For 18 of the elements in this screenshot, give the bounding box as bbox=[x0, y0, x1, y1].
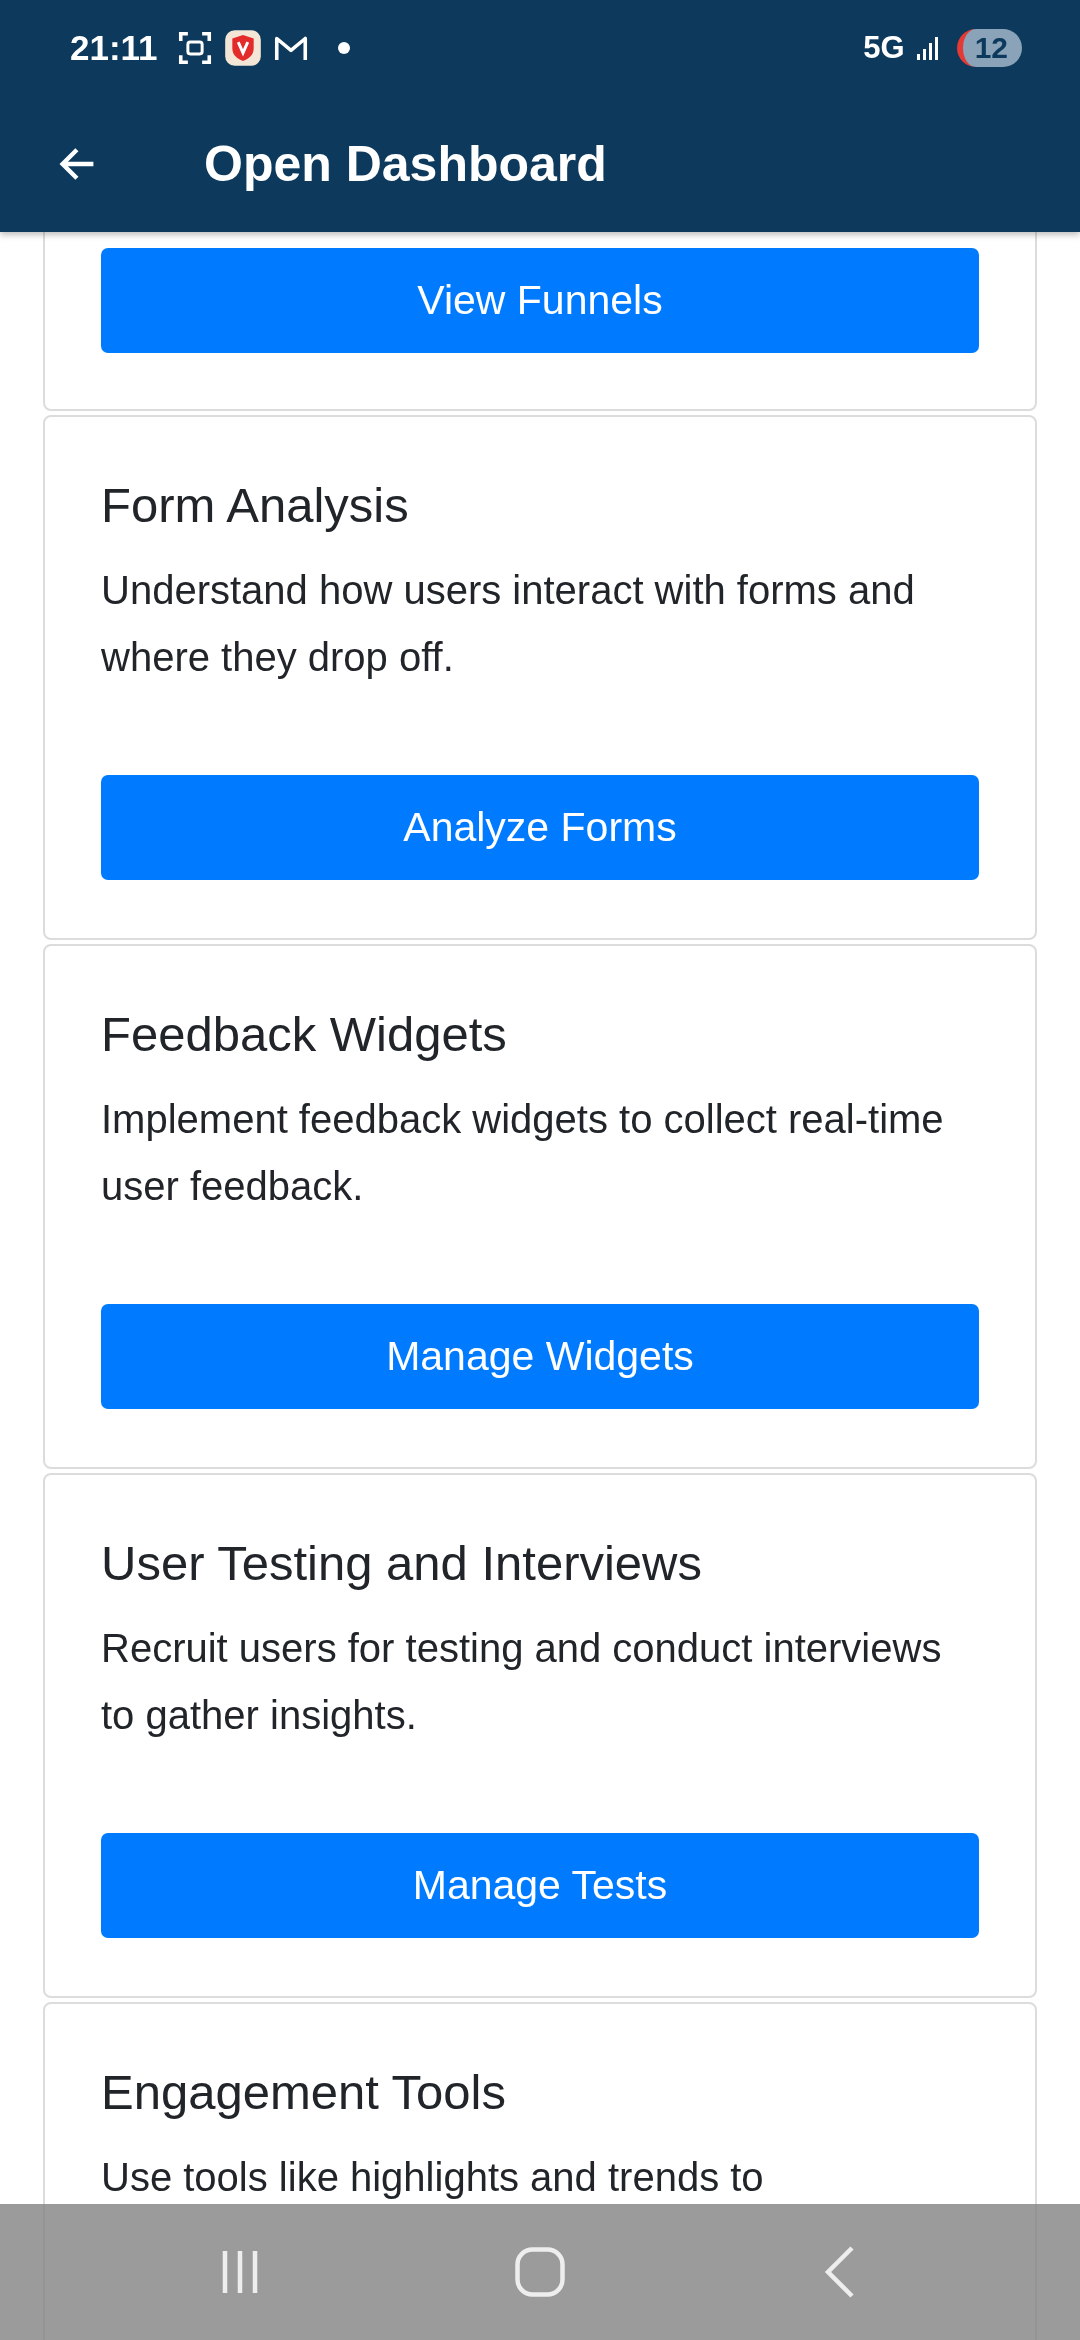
card-title: User Testing and Interviews bbox=[101, 1535, 703, 1591]
network-label: 5G bbox=[863, 29, 905, 66]
card-description: Implement feedback widgets to collect real-time user feedback. bbox=[101, 1096, 945, 1210]
shield-app-icon bbox=[223, 28, 262, 67]
card-action-button[interactable]: View Funnels bbox=[101, 248, 979, 353]
status-time: 21:11 bbox=[70, 27, 158, 68]
card-title: Form Analysis bbox=[101, 477, 410, 533]
card-action-button[interactable]: Analyze Forms bbox=[101, 775, 979, 880]
battery-indicator: 12 bbox=[956, 28, 1022, 67]
card-description: Understand how users interact with forms and where they drop off. bbox=[101, 567, 916, 681]
page-title: Open Dashboard bbox=[204, 134, 607, 193]
card-title: Feedback Widgets bbox=[101, 1006, 508, 1062]
card-action-button[interactable]: Manage Widgets bbox=[101, 1304, 979, 1409]
card-action-button[interactable]: Manage Tests bbox=[101, 1833, 979, 1938]
notification-dot-icon bbox=[337, 41, 350, 54]
card-title: Engagement Tools bbox=[101, 2064, 507, 2120]
card-description: Use tools like highlights and trends to bbox=[101, 2154, 765, 2201]
card-description: Recruit users for testing and conduct interviews to gather insights. bbox=[101, 1625, 943, 1739]
